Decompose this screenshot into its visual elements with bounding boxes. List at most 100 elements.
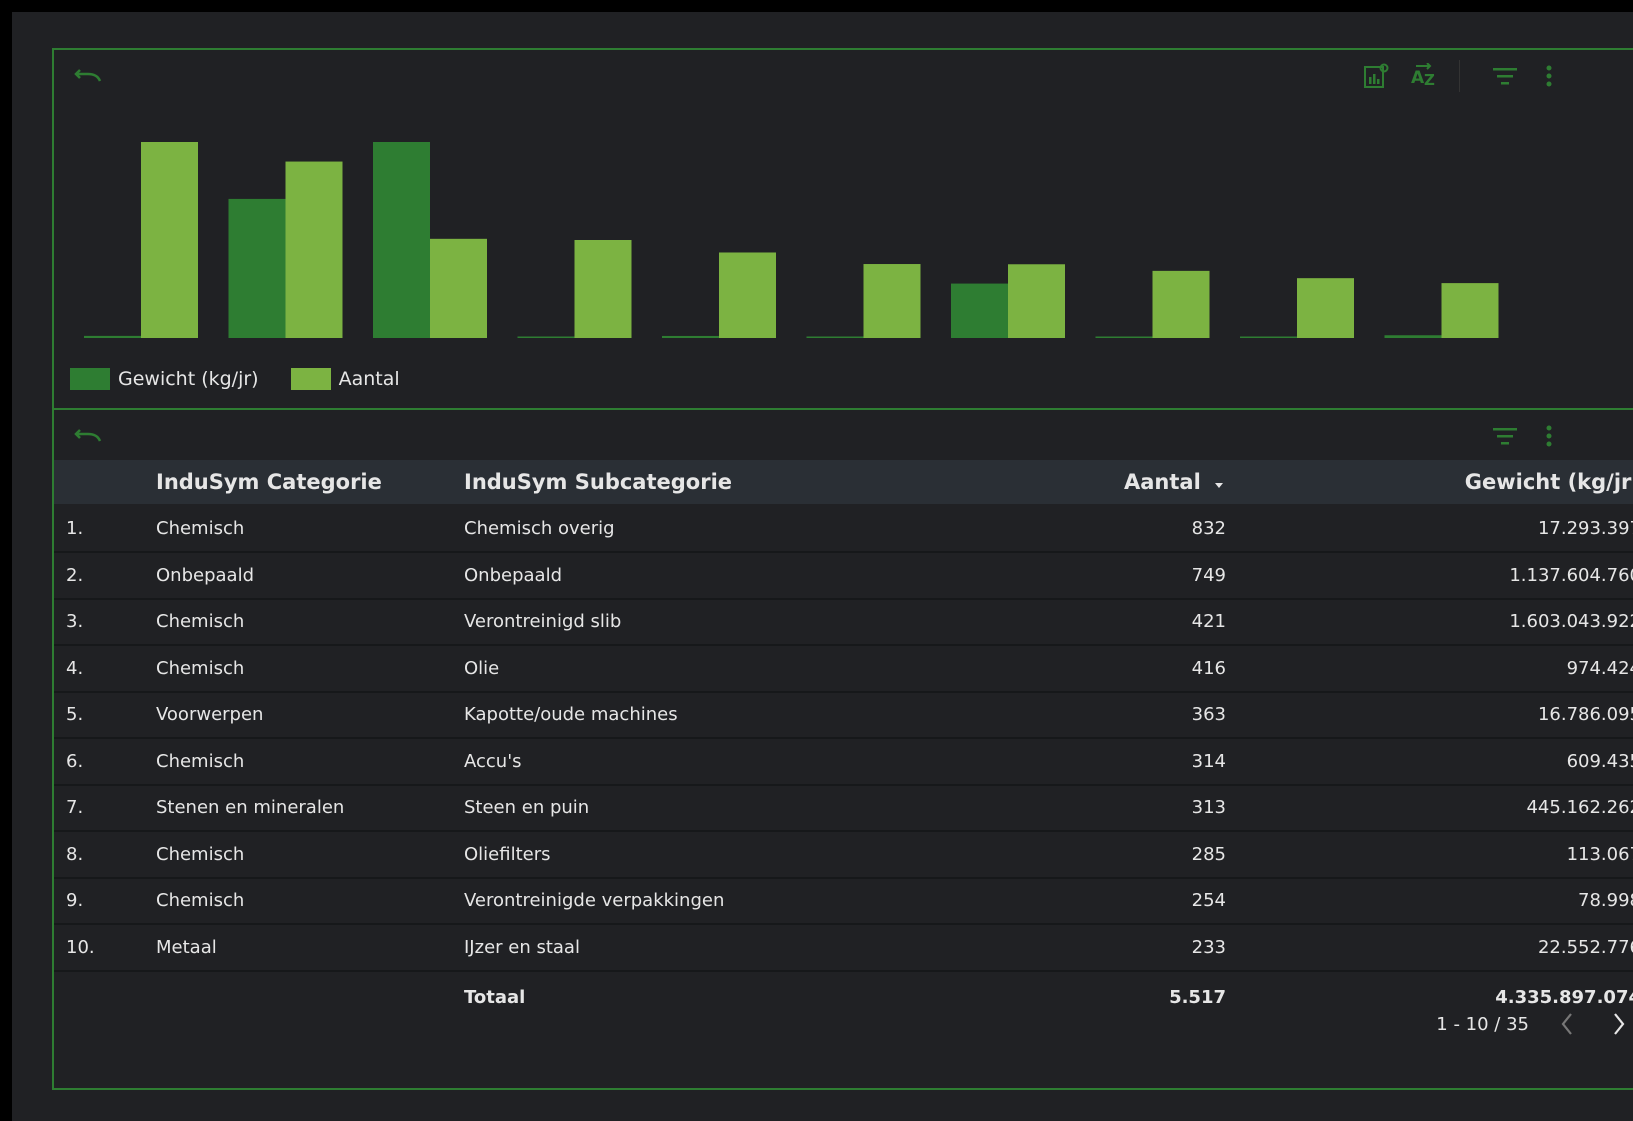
bar-aantal[interactable] — [574, 240, 632, 338]
row-subcategory: Kapotte/oude machines — [464, 704, 678, 725]
table-row[interactable]: 9. Chemisch Verontreinigde verpakkingen 254… — [54, 878, 1633, 925]
chart-legend: Gewicht (kg/jr) Aantal — [70, 368, 432, 390]
table-row[interactable]: 4. Chemisch Olie 416 974.424 — [54, 646, 1633, 693]
bar-aantal[interactable] — [430, 238, 487, 338]
row-rank: 7. — [66, 797, 84, 818]
legend-swatch-aantal — [290, 368, 331, 390]
row-subcategory: Accu's — [464, 750, 522, 772]
bar-aantal[interactable] — [1441, 283, 1499, 338]
row-count: 421 — [1191, 611, 1226, 632]
table-row[interactable]: 8. Chemisch Oliefilters 285 113.067 — [54, 832, 1633, 879]
bar-gewicht[interactable] — [373, 142, 430, 338]
row-count: 285 — [1191, 843, 1226, 865]
bar-gewicht[interactable] — [1095, 336, 1153, 339]
table-row[interactable]: 5. Voorwerpen Kapotte/oude machines 363 16.7… — [54, 692, 1633, 739]
legend-item-gewicht[interactable]: Gewicht (kg/jr) — [70, 368, 259, 390]
legend-label-gewicht: Gewicht (kg/jr) — [118, 368, 259, 390]
row-category: Metaal — [156, 936, 217, 958]
row-weight: 1.603.043.922 — [1509, 611, 1633, 632]
row-subcategory: IJzer en staal — [464, 936, 580, 958]
undo-icon[interactable] — [74, 62, 102, 86]
bar-gewicht[interactable] — [517, 336, 575, 339]
row-category: Voorwerpen — [156, 704, 264, 725]
bar-aantal[interactable] — [863, 264, 921, 338]
undo-icon[interactable] — [74, 422, 102, 446]
header-weight[interactable]: Gewicht (kg/jr) — [1465, 460, 1633, 504]
bar-gewicht[interactable] — [1384, 335, 1442, 338]
row-count: 313 — [1191, 797, 1226, 818]
sort-desc-icon — [1214, 461, 1224, 505]
table-row[interactable]: 10. Metaal IJzer en staal 233 22.552.776 — [54, 925, 1633, 972]
bar-gewicht[interactable] — [806, 336, 864, 339]
table-header: InduSym Categorie InduSym Subcategorie A… — [54, 460, 1633, 504]
row-count: 363 — [1191, 704, 1226, 725]
row-count: 832 — [1191, 518, 1226, 539]
more-vert-icon[interactable] — [1535, 62, 1563, 90]
bar-aantal[interactable] — [719, 252, 776, 338]
row-weight: 22.552.776 — [1537, 936, 1633, 958]
row-category: Chemisch — [156, 518, 245, 539]
sort-az-icon[interactable]: AZ — [1410, 62, 1438, 90]
legend-label-aantal: Aantal — [338, 368, 400, 390]
header-subcategory[interactable]: InduSym Subcategorie — [464, 460, 732, 504]
header-count[interactable]: Aantal — [1124, 460, 1226, 504]
row-subcategory: Oliefilters — [464, 843, 551, 865]
table-row[interactable]: 2. Onbepaald Onbepaald 749 1.137.604.760 — [54, 553, 1633, 600]
bar-aantal[interactable] — [285, 161, 343, 338]
row-rank: 10. — [66, 936, 95, 958]
row-weight: 609.435 — [1566, 750, 1633, 772]
bar-gewicht[interactable] — [1240, 336, 1297, 339]
row-category: Chemisch — [156, 611, 245, 632]
bar-aantal[interactable] — [141, 142, 198, 338]
row-rank: 2. — [66, 564, 84, 586]
table-row[interactable]: 6. Chemisch Accu's 314 609.435 — [54, 739, 1633, 786]
row-rank: 3. — [66, 611, 84, 632]
bar-aantal[interactable] — [1008, 264, 1065, 338]
row-category: Chemisch — [156, 657, 245, 679]
row-subcategory: Olie — [464, 657, 500, 679]
bar-gewicht[interactable] — [951, 283, 1008, 338]
table-row[interactable]: 7. Stenen en mineralen Steen en puin 313 445… — [54, 785, 1633, 832]
chart-panel: AZ Gewicht (kg/jr) Aantal — [52, 48, 1633, 410]
dashboard-page: AZ Gewicht (kg/jr) Aantal InduSym Catego… — [12, 12, 1633, 1121]
bar-gewicht[interactable] — [662, 335, 719, 338]
chart-settings-icon[interactable] — [1362, 62, 1390, 90]
more-vert-icon[interactable] — [1535, 422, 1563, 450]
row-weight: 974.424 — [1566, 657, 1633, 679]
row-weight: 17.293.397 — [1537, 518, 1633, 539]
row-count: 416 — [1191, 657, 1226, 679]
bar-aantal[interactable] — [1152, 270, 1210, 338]
row-category: Chemisch — [156, 890, 245, 911]
row-category: Chemisch — [156, 843, 245, 865]
row-weight: 78.998 — [1578, 890, 1633, 911]
table-panel: InduSym Categorie InduSym Subcategorie A… — [52, 408, 1633, 1090]
filter-icon[interactable] — [1491, 62, 1519, 90]
table-row[interactable]: 1. Chemisch Chemisch overig 832 17.293.397 — [54, 506, 1633, 553]
bar-gewicht[interactable] — [228, 198, 286, 338]
row-weight: 445.162.262 — [1526, 797, 1633, 818]
total-count: 5.517 — [1169, 987, 1226, 1008]
legend-item-aantal[interactable]: Aantal — [290, 368, 400, 390]
row-rank: 8. — [66, 843, 84, 865]
row-subcategory: Onbepaald — [464, 564, 562, 586]
row-weight: 16.786.095 — [1537, 704, 1633, 725]
pagination-text: 1 - 10 / 35 — [1436, 1013, 1529, 1035]
row-category: Stenen en mineralen — [156, 797, 345, 818]
bar-gewicht[interactable] — [84, 335, 141, 338]
row-subcategory: Steen en puin — [464, 797, 590, 818]
row-rank: 5. — [66, 704, 84, 725]
pagination: 1 - 10 / 35 — [1436, 1008, 1633, 1040]
bar-aantal[interactable] — [1297, 278, 1354, 338]
row-count: 749 — [1191, 564, 1226, 586]
header-category[interactable]: InduSym Categorie — [156, 460, 382, 504]
total-label: Totaal — [464, 987, 526, 1008]
table-row[interactable]: 3. Chemisch Verontreinigd slib 421 1.603.043… — [54, 599, 1633, 646]
row-count: 233 — [1191, 936, 1226, 958]
filter-icon[interactable] — [1491, 422, 1519, 450]
chevron-left-icon[interactable] — [1553, 1008, 1581, 1040]
legend-swatch-gewicht — [70, 368, 110, 390]
row-subcategory: Verontreinigde verpakkingen — [464, 890, 725, 911]
svg-text:A: A — [1411, 68, 1425, 88]
row-rank: 9. — [66, 890, 84, 911]
chevron-right-icon[interactable] — [1605, 1008, 1633, 1040]
